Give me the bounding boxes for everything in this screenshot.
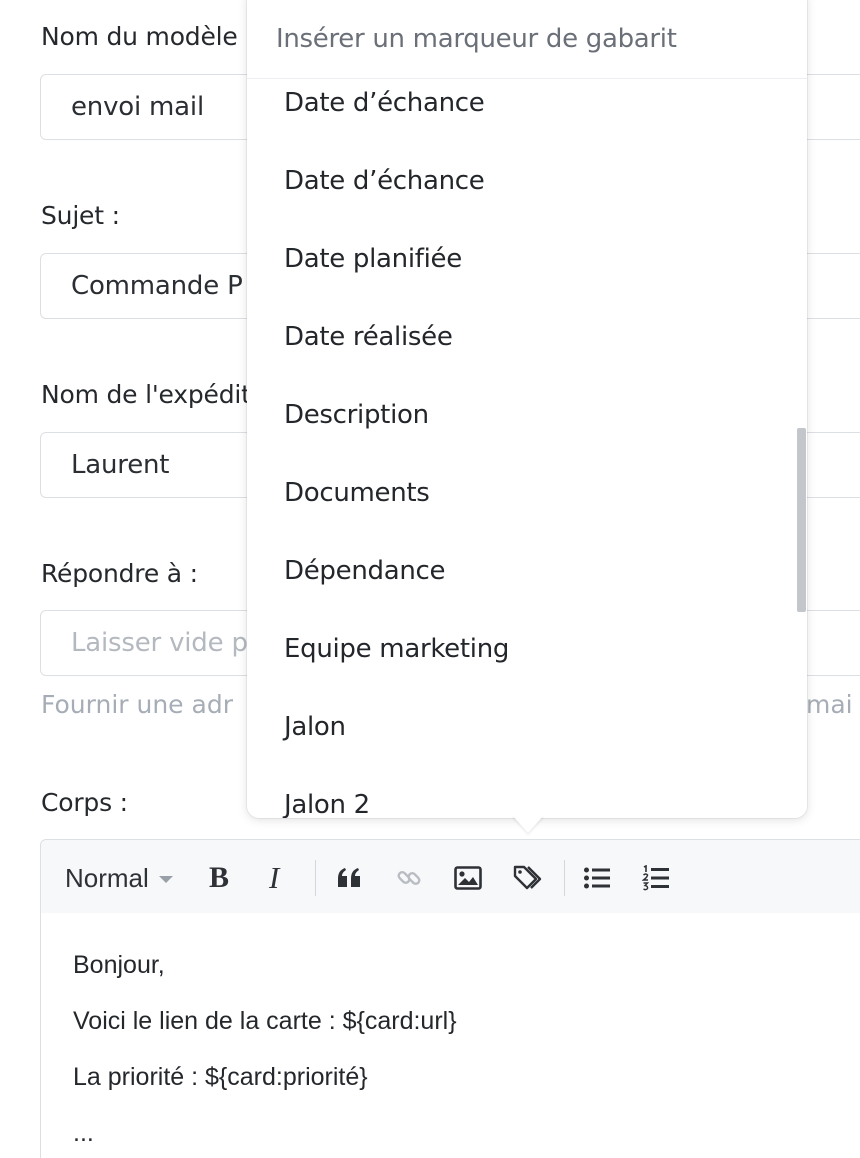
reply-to-hint-end: mai [806, 690, 853, 719]
link-icon [397, 871, 421, 885]
sender-name-value: Laurent [71, 450, 170, 480]
toolbar-divider [315, 860, 316, 896]
body-line: ... [73, 1119, 94, 1147]
bold-button[interactable]: B [209, 861, 229, 894]
italic-button[interactable]: I [269, 860, 279, 895]
dropdown-item[interactable]: Documents [284, 478, 430, 508]
format-select-label: Normal [65, 862, 149, 893]
ordered-list-button[interactable] [640, 862, 672, 894]
tag-icon [513, 865, 542, 890]
dropdown-item[interactable]: Equipe marketing [284, 634, 509, 664]
subject-value: Commande P [71, 271, 243, 301]
dropdown-item[interactable]: Jalon [284, 712, 346, 742]
template-name-value: envoi mail [71, 92, 204, 122]
dropdown-header: Insérer un marqueur de gabarit [247, 0, 807, 79]
toolbar-divider [564, 860, 565, 896]
dropdown-item[interactable]: Jalon 2 [284, 790, 370, 818]
image-button[interactable] [452, 862, 484, 894]
dropdown-item[interactable]: Date planifiée [284, 244, 462, 274]
image-icon [454, 866, 482, 890]
reply-to-hint: Fournir une adr [41, 690, 233, 719]
dropdown-item[interactable]: Date réalisée [284, 322, 453, 352]
dropdown-item[interactable]: Dépendance [284, 556, 446, 586]
dropdown-item[interactable]: Date d’échance [284, 88, 485, 118]
ordered-list-icon [642, 865, 669, 891]
bullet-list-button[interactable] [581, 862, 613, 894]
dropdown-scrollbar[interactable] [797, 428, 806, 612]
bullet-list-icon [584, 867, 610, 889]
dropdown-title: Insérer un marqueur de gabarit [276, 24, 677, 54]
reply-to-label: Répondre à : [41, 559, 198, 588]
chevron-down-icon [158, 875, 173, 883]
link-button[interactable] [393, 862, 425, 894]
quote-icon [338, 868, 360, 887]
dropdown-pointer [512, 815, 544, 833]
body-editor[interactable]: Bonjour, Voici le lien de la carte : ${c… [40, 913, 860, 1158]
reply-to-placeholder: Laisser vide p [71, 628, 248, 658]
body-line: Bonjour, [73, 951, 165, 979]
body-line: Voici le lien de la carte : ${card:url} [73, 1007, 457, 1035]
editor-toolbar: Normal B I [40, 839, 860, 914]
quote-button[interactable] [333, 862, 365, 894]
tag-button[interactable] [512, 862, 544, 894]
subject-label: Sujet : [41, 201, 120, 230]
template-tag-dropdown: Insérer un marqueur de gabarit Date d’éc… [247, 0, 807, 818]
body-line: La priorité : ${card:priorité} [73, 1063, 368, 1091]
dropdown-item[interactable]: Date d’échance [284, 166, 485, 196]
body-label: Corps : [41, 788, 128, 817]
template-name-label: Nom du modèle : [41, 22, 254, 51]
format-select[interactable]: Normal [65, 862, 173, 894]
dropdown-item[interactable]: Description [284, 400, 429, 430]
